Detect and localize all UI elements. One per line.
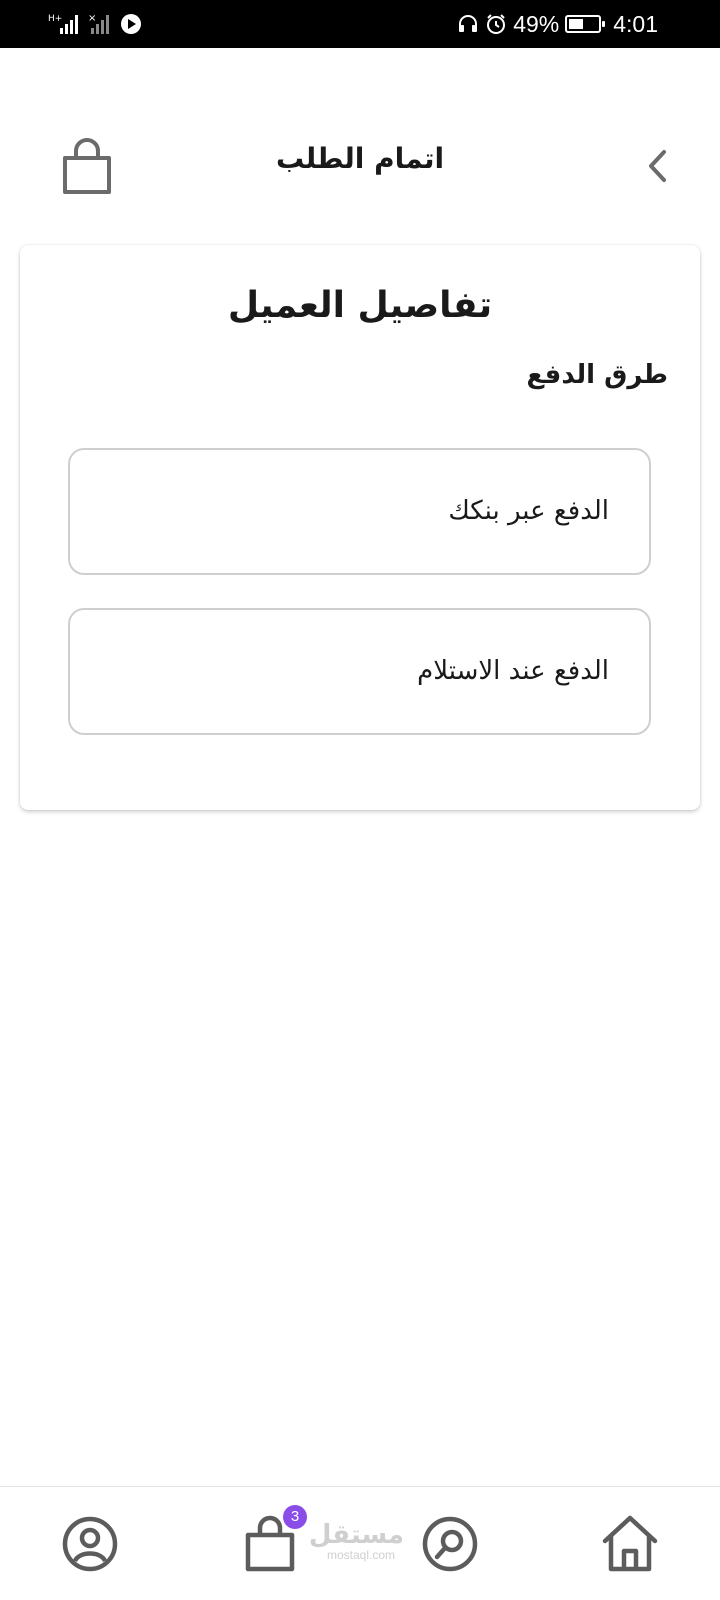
cart-count-badge: 3	[283, 1505, 307, 1529]
home-icon[interactable]	[600, 1513, 660, 1575]
page-title: اتمام الطلب	[275, 142, 445, 175]
customer-details-card: تفاصيل العميل طرق الدفع الدفع عبر بنكك ا…	[20, 245, 700, 810]
card-title: تفاصيل العميل	[227, 285, 493, 326]
search-icon[interactable]	[420, 1513, 480, 1575]
payment-option-cash-on-delivery[interactable]: الدفع عند الاستلام	[68, 608, 651, 735]
signal-no-service-icon: ×	[88, 13, 109, 34]
status-bar: H+ × 49% 4:01	[0, 0, 720, 48]
svg-text:H+: H+	[48, 14, 62, 24]
play-icon	[121, 14, 141, 34]
app-header: اتمام الطلب	[0, 120, 720, 220]
profile-icon[interactable]	[60, 1513, 120, 1575]
clock: 4:01	[613, 10, 658, 37]
chevron-left-icon[interactable]	[642, 146, 672, 186]
alarm-icon	[487, 14, 506, 34]
payment-option-label: الدفع عند الاستلام	[417, 656, 609, 686]
signal-icon: H+	[48, 14, 78, 34]
battery-icon	[565, 15, 606, 33]
headset-icon	[459, 15, 478, 32]
battery-level	[569, 19, 584, 29]
payment-option-bank[interactable]: الدفع عبر بنكك	[68, 448, 651, 575]
status-right: 49% 4:01	[457, 10, 658, 38]
status-left: H+ ×	[48, 10, 142, 38]
bottom-nav: 3 مستقل mostaql.com	[0, 1486, 720, 1600]
watermark-arabic: مستقل	[308, 1520, 404, 1550]
payment-methods-label: طرق الدفع	[526, 360, 668, 390]
svg-text:×: ×	[88, 13, 96, 24]
watermark-domain: mostaql.com	[326, 1548, 396, 1562]
shopping-bag-icon[interactable]	[60, 138, 114, 196]
battery-percent: 49%	[513, 10, 560, 37]
payment-option-label: الدفع عبر بنكك	[448, 496, 609, 526]
watermark: مستقل mostaql.com	[308, 1520, 404, 1562]
